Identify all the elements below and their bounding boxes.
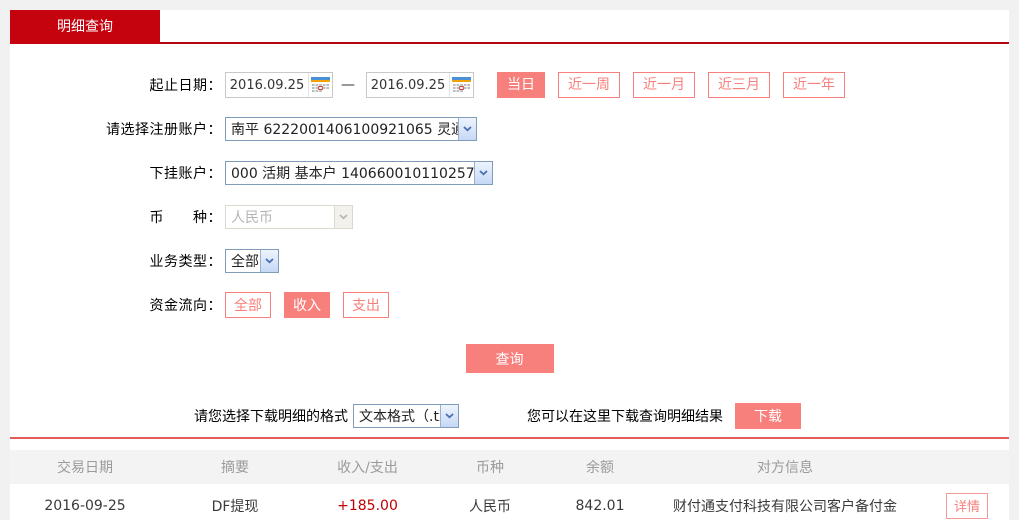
header-amount: 收入/支出	[337, 460, 398, 476]
date-range-row: 起止日期： 2016.09.25 — 2016.09.25 当日 近一周 近一月…	[10, 72, 1009, 98]
download-row: 请您选择下载明细的格式 文本格式（.txt） 您可以在这里下载查询明细结果 下载	[10, 403, 1009, 429]
tab-detail-query[interactable]: 明细查询	[10, 10, 160, 44]
tab-bar: 明细查询	[10, 10, 1009, 44]
quick-range-3months-button[interactable]: 近三月	[708, 72, 770, 98]
date-from-input[interactable]: 2016.09.25	[225, 72, 333, 98]
chevron-down-icon	[440, 405, 458, 427]
download-format-label: 请您选择下载明细的格式	[194, 409, 348, 425]
chevron-down-icon	[260, 250, 278, 272]
table-divider	[10, 437, 1009, 439]
chevron-down-icon	[458, 118, 476, 140]
biz-type-row: 业务类型： 全部	[10, 248, 1009, 274]
download-hint: 您可以在这里下载查询明细结果	[527, 409, 723, 425]
header-date: 交易日期	[57, 460, 113, 476]
currency-label: 币 种：	[149, 210, 222, 226]
quick-range-month-button[interactable]: 近一月	[633, 72, 695, 98]
sub-account-select[interactable]: 000 活期 基本户 1406600101102571848	[225, 161, 493, 185]
sub-account-row: 下挂账户： 000 活期 基本户 1406600101102571848	[10, 160, 1009, 186]
date-range-label: 起止日期：	[149, 78, 222, 94]
flow-all-button[interactable]: 全部	[225, 292, 271, 318]
chevron-down-icon	[334, 206, 352, 228]
download-format-select[interactable]: 文本格式（.txt）	[353, 404, 459, 428]
date-from-value: 2016.09.25	[229, 77, 305, 93]
currency-row: 币 种： 人民币	[10, 204, 1009, 230]
register-account-label: 请选择注册账户：	[106, 122, 222, 138]
quick-range-year-button[interactable]: 近一年	[783, 72, 845, 98]
date-to-value: 2016.09.25	[370, 77, 446, 93]
cell-balance: 842.01	[575, 497, 625, 514]
query-row: 查询	[10, 344, 1009, 373]
date-separator: —	[341, 77, 355, 93]
biz-type-value: 全部	[231, 254, 259, 270]
header-counterparty: 对方信息	[757, 460, 813, 476]
cell-currency: 人民币	[469, 498, 511, 515]
quick-range-week-button[interactable]: 近一周	[558, 72, 620, 98]
biz-type-select[interactable]: 全部	[225, 249, 279, 273]
register-account-value: 南平 6222001406100921065 灵通卡	[231, 122, 458, 138]
date-to-input[interactable]: 2016.09.25	[366, 72, 474, 98]
cell-amount: +185.00	[337, 497, 398, 514]
cell-actions: 详情	[925, 492, 1009, 519]
header-currency: 币种	[476, 460, 504, 476]
flow-row: 资金流向： 全部 收入 支出	[10, 292, 1009, 318]
calendar-icon[interactable]	[308, 73, 332, 97]
currency-select: 人民币	[225, 205, 353, 229]
flow-label: 资金流向：	[149, 298, 222, 314]
calendar-icon[interactable]	[449, 73, 473, 97]
cell-date: 2016-09-25	[44, 497, 126, 514]
download-button[interactable]: 下载	[735, 403, 801, 429]
register-account-row: 请选择注册账户： 南平 6222001406100921065 灵通卡	[10, 116, 1009, 142]
quick-range-today-button[interactable]: 当日	[497, 72, 545, 98]
header-balance: 余额	[586, 460, 614, 476]
table-row: 2016-09-25 DF提现 +185.00 人民币 842.01 财付通支付…	[10, 484, 1009, 520]
flow-income-button[interactable]: 收入	[284, 292, 330, 318]
register-account-select[interactable]: 南平 6222001406100921065 灵通卡	[225, 117, 477, 141]
download-format-value: 文本格式（.txt）	[359, 409, 440, 425]
sub-account-value: 000 活期 基本户 1406600101102571848	[231, 166, 474, 182]
chevron-down-icon	[474, 162, 492, 184]
sub-account-label: 下挂账户：	[149, 166, 222, 182]
cell-counterparty: 财付通支付科技有限公司客户备付金	[673, 498, 897, 515]
cell-summary: DF提现	[211, 498, 259, 515]
flow-expense-button[interactable]: 支出	[343, 292, 389, 318]
table-header: 交易日期 摘要 收入/支出 币种 余额 对方信息	[10, 450, 1009, 484]
biz-type-label: 业务类型：	[149, 254, 222, 270]
detail-button[interactable]: 详情	[946, 492, 988, 519]
currency-value: 人民币	[231, 210, 273, 226]
query-form: 起止日期： 2016.09.25 — 2016.09.25 当日 近一周 近一月…	[10, 44, 1009, 429]
detail-query-panel: 明细查询 起止日期： 2016.09.25 — 2016.09.25 当日 近一…	[10, 10, 1009, 520]
query-button[interactable]: 查询	[465, 344, 554, 373]
page: 明细查询 起止日期： 2016.09.25 — 2016.09.25 当日 近一…	[0, 0, 1019, 520]
header-summary: 摘要	[221, 460, 249, 476]
